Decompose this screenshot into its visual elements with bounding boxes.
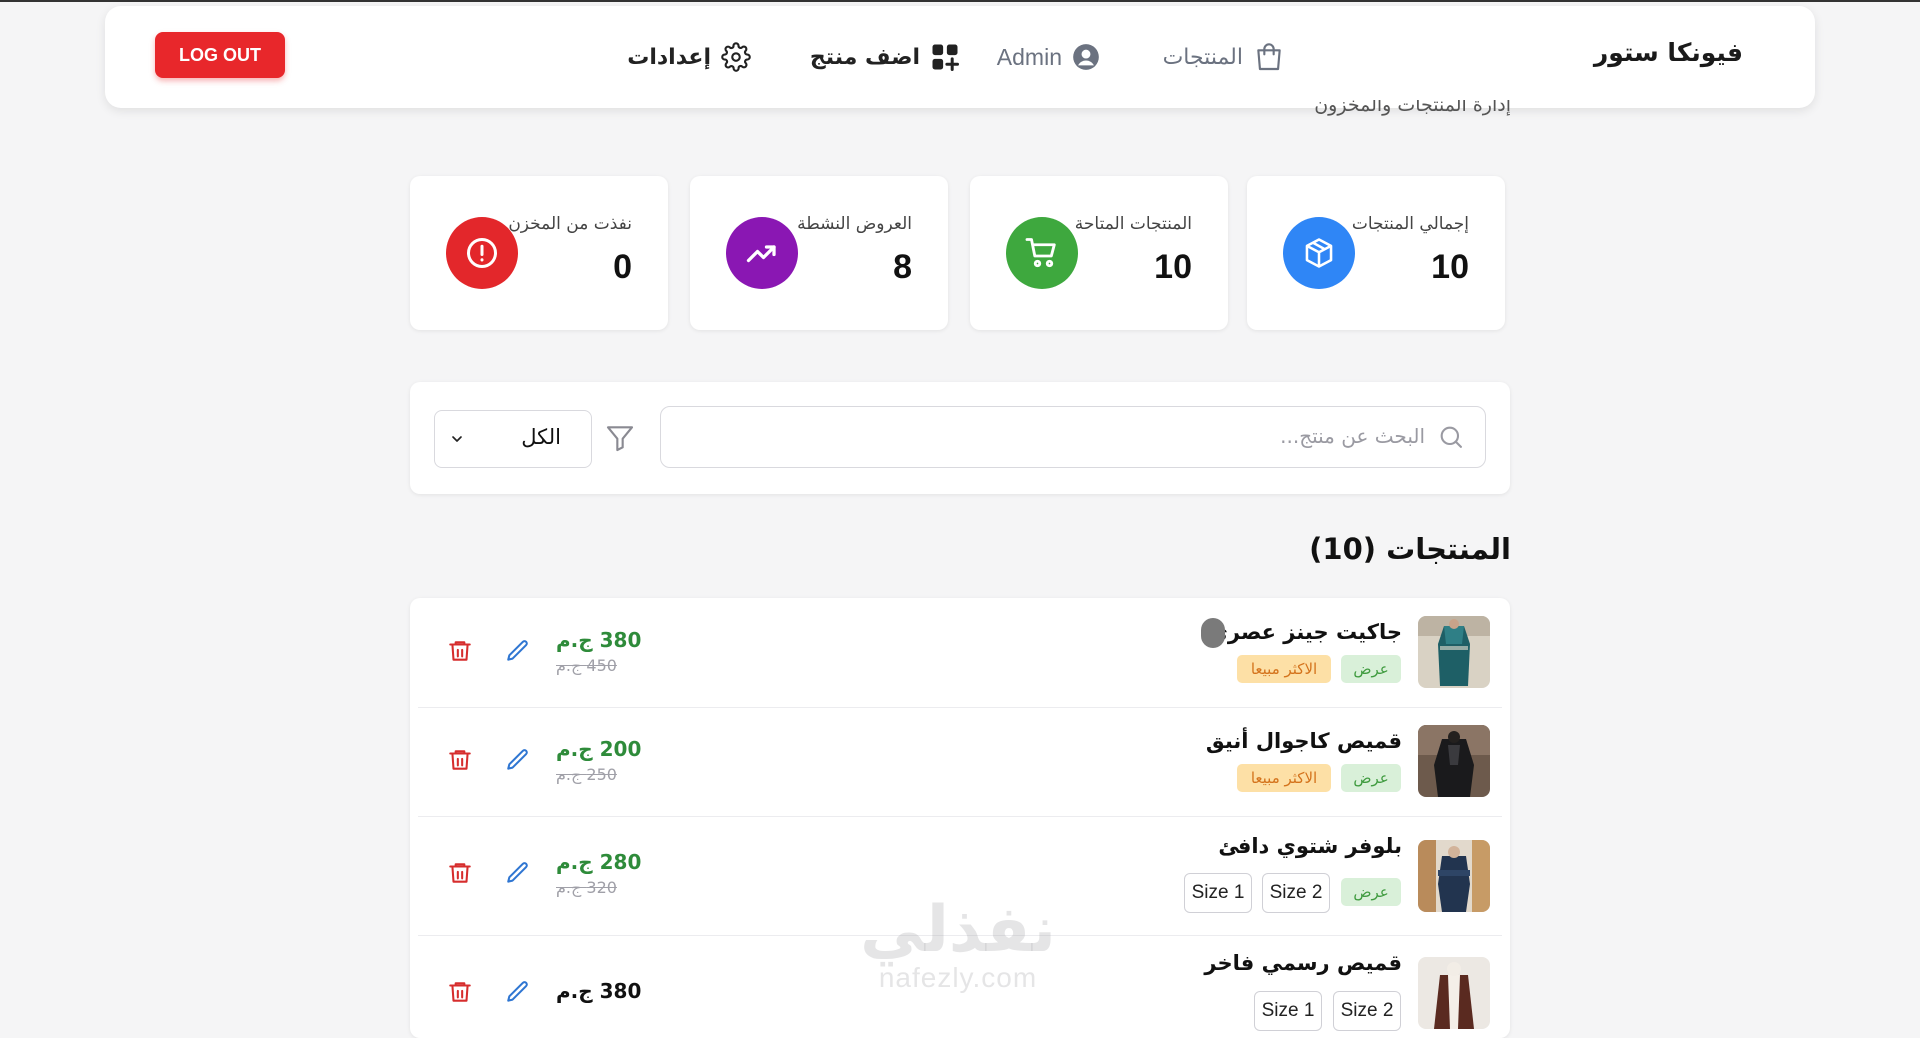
gear-icon xyxy=(721,42,751,72)
box-icon xyxy=(1283,217,1355,289)
search-input[interactable]: البحث عن منتج... xyxy=(660,406,1486,468)
pencil-icon xyxy=(505,862,531,890)
pencil-icon xyxy=(505,981,531,1009)
stat-card-out-of-stock: نفذت من المخزن 0 xyxy=(410,176,668,330)
product-name: جاكيت جينز عصري xyxy=(1208,620,1402,644)
stat-label: إجمالي المنتجات xyxy=(1351,214,1469,234)
search-icon xyxy=(1437,423,1465,455)
stat-value: 0 xyxy=(613,248,632,286)
product-name: قميص رسمي فاخر xyxy=(1204,951,1402,975)
nav-add-product[interactable]: اضف منتج xyxy=(810,40,960,74)
stat-value: 10 xyxy=(1431,248,1469,286)
alert-circle-icon xyxy=(446,217,518,289)
product-price: 280 ج.م xyxy=(556,850,642,874)
cart-icon xyxy=(1006,217,1078,289)
delete-product-button[interactable] xyxy=(447,638,473,668)
nav-products-label: المنتجات xyxy=(1162,44,1243,70)
top-navbar: LOG OUT إعدادات اضف منتج Admin المنتجات … xyxy=(105,6,1815,108)
trash-icon xyxy=(447,641,473,668)
product-row[interactable]: جاكيت جينز عصري عرض الاكثر مبيعا 380 ج.م… xyxy=(418,598,1502,708)
product-price: 380 ج.م xyxy=(556,979,642,1003)
size-chip: Size 2 xyxy=(1262,873,1330,913)
delete-product-button[interactable] xyxy=(447,747,473,777)
product-price: 380 ج.م xyxy=(556,628,642,652)
stat-card-total-products: إجمالي المنتجات 10 xyxy=(1247,176,1505,330)
products-section-title: المنتجات (10) xyxy=(1309,532,1511,566)
product-name: قميص كاجوال أنيق xyxy=(1205,729,1402,753)
nav-products[interactable]: المنتجات xyxy=(1163,40,1285,74)
offer-badge: عرض xyxy=(1341,655,1401,683)
logout-button[interactable]: LOG OUT xyxy=(155,32,285,78)
pencil-icon xyxy=(505,749,531,777)
trending-up-icon xyxy=(726,217,798,289)
product-old-price: 320 ج.م xyxy=(556,878,617,897)
offer-badge: عرض xyxy=(1341,878,1401,906)
trash-icon xyxy=(447,982,473,1009)
edit-product-button[interactable] xyxy=(505,979,531,1009)
nav-admin[interactable]: Admin xyxy=(997,40,1100,74)
best-seller-badge: الاكثر مبيعا xyxy=(1237,655,1331,683)
product-price: 200 ج.م xyxy=(556,737,642,761)
delete-product-button[interactable] xyxy=(447,860,473,890)
edit-product-button[interactable] xyxy=(505,747,531,777)
product-row[interactable]: قميص كاجوال أنيق عرض الاكثر مبيعا 200 ج.… xyxy=(418,707,1502,817)
nav-settings[interactable]: إعدادات xyxy=(627,40,751,74)
pencil-icon xyxy=(505,640,531,668)
product-old-price: 250 ج.م xyxy=(556,765,617,784)
search-filter-panel: البحث عن منتج... الكل xyxy=(410,382,1510,494)
watermark-url: nafezly.com xyxy=(878,962,1038,993)
brand-logo-text[interactable]: فيونكا ستور xyxy=(1594,38,1743,67)
visibility-toggle[interactable] xyxy=(1201,618,1225,648)
product-thumbnail xyxy=(1418,616,1490,688)
edit-product-button[interactable] xyxy=(505,860,531,890)
size-chip: Size 2 xyxy=(1333,991,1401,1031)
delete-product-button[interactable] xyxy=(447,979,473,1009)
search-placeholder: البحث عن منتج... xyxy=(1280,424,1425,448)
size-chip: Size 1 xyxy=(1254,991,1322,1031)
add-grid-icon xyxy=(930,42,960,72)
product-thumbnail xyxy=(1418,840,1490,912)
nafezly-watermark: نفذلي nafezly.com xyxy=(848,898,1068,994)
window-top-border xyxy=(0,0,1920,2)
size-chip: Size 1 xyxy=(1184,873,1252,913)
nav-admin-label: Admin xyxy=(996,43,1062,70)
nav-settings-label: إعدادات xyxy=(627,44,711,70)
trash-icon xyxy=(447,750,473,777)
watermark-arabic: نفذلي xyxy=(860,893,1056,967)
shopping-bag-icon xyxy=(1253,41,1285,73)
stat-label: العروض النشطة xyxy=(797,214,912,234)
stat-value: 8 xyxy=(893,248,912,286)
chevron-down-icon xyxy=(449,431,465,451)
trash-icon xyxy=(447,863,473,890)
category-filter-select[interactable]: الكل xyxy=(434,410,592,468)
offer-badge: عرض xyxy=(1341,764,1401,792)
edit-product-button[interactable] xyxy=(505,638,531,668)
product-thumbnail xyxy=(1418,957,1490,1029)
stat-value: 10 xyxy=(1154,248,1192,286)
stat-card-active-offers: العروض النشطة 8 xyxy=(690,176,948,330)
stat-card-available-products: المنتجات المتاحة 10 xyxy=(970,176,1228,330)
user-circle-icon xyxy=(1072,43,1100,71)
product-thumbnail xyxy=(1418,725,1490,797)
best-seller-badge: الاكثر مبيعا xyxy=(1237,764,1331,792)
category-filter-value: الكل xyxy=(521,425,561,449)
stat-label: نفذت من المخزن xyxy=(508,214,632,234)
product-old-price: 450 ج.م xyxy=(556,656,617,675)
stat-label: المنتجات المتاحة xyxy=(1074,214,1192,234)
product-name: بلوفر شتوي دافئ xyxy=(1218,834,1402,858)
filter-icon xyxy=(604,422,636,458)
nav-add-product-label: اضف منتج xyxy=(809,44,920,70)
page-subtitle: إدارة المنتجات والمخزون xyxy=(1314,100,1511,116)
